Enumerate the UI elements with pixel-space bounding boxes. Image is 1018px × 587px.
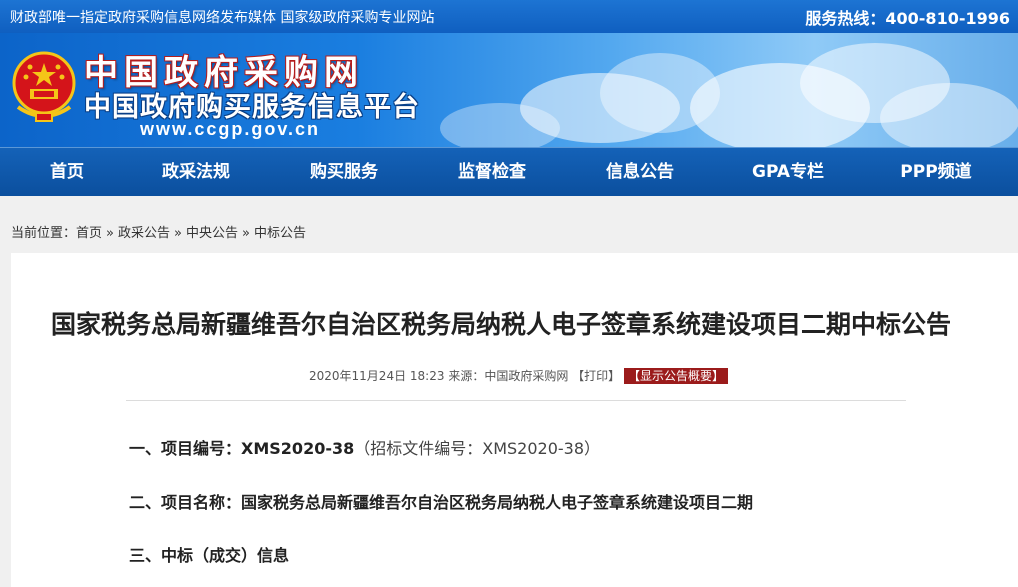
divider (126, 400, 906, 401)
national-emblem-icon[interactable] (12, 51, 76, 127)
article-meta: 2020年11月24日 18:23 来源：中国政府采购网 【打印】 【显示公告概… (309, 367, 729, 384)
nav-item-ppp[interactable]: PPP频道 (876, 148, 996, 196)
breadcrumb-award-notices[interactable]: 中标公告 (254, 226, 306, 241)
project-number: XMS2020-38 (241, 439, 355, 458)
article-title: 国家税务总局新疆维吾尔自治区税务局纳税人电子签章系统建设项目二期中标公告 (50, 310, 951, 339)
hotline-number: 400-810-1996 (885, 9, 1010, 28)
project-name: 国家税务总局新疆维吾尔自治区税务局纳税人电子签章系统建设项目二期 (241, 493, 754, 512)
section-2-label: 二、项目名称： (129, 493, 242, 512)
nav-item-announcements[interactable]: 信息公告 (580, 148, 700, 196)
site-url: www.ccgp.gov.cn (140, 119, 321, 139)
breadcrumb-procurement-notices[interactable]: 政采公告 (118, 226, 170, 241)
breadcrumb-prefix: 当前位置： (11, 226, 77, 241)
hotline: 服务热线：400-810-1996 (805, 5, 1010, 29)
article-source: 中国政府采购网 (484, 369, 569, 383)
top-info-bar: 财政部唯一指定政府采购信息网络发布媒体 国家级政府采购专业网站 服务热线：400… (0, 0, 1018, 33)
hotline-label: 服务热线： (805, 9, 886, 28)
nav-item-gpa[interactable]: GPA专栏 (728, 148, 848, 196)
show-summary-button[interactable]: 【显示公告概要】 (624, 368, 729, 384)
breadcrumb-separator: » (106, 226, 114, 241)
breadcrumb-home[interactable]: 首页 (76, 226, 102, 241)
top-tagline: 财政部唯一指定政府采购信息网络发布媒体 国家级政府采购专业网站 (10, 10, 435, 26)
breadcrumb-separator: » (174, 226, 182, 241)
print-link[interactable]: 【打印】 (572, 369, 620, 383)
nav-item-supervision[interactable]: 监督检查 (432, 148, 552, 196)
site-banner: 中国政府采购网 中国政府购买服务信息平台 www.ccgp.gov.cn (0, 33, 1018, 147)
breadcrumb-separator: » (242, 226, 250, 241)
nav-item-purchase-services[interactable]: 购买服务 (284, 148, 404, 196)
breadcrumb-central-notices[interactable]: 中央公告 (186, 226, 238, 241)
nav-item-home[interactable]: 首页 (7, 148, 127, 196)
section-project-number: 一、项目编号：XMS2020-38（招标文件编号：XMS2020-38） (129, 435, 600, 459)
article-panel: 国家税务总局新疆维吾尔自治区税务局纳税人电子签章系统建设项目二期中标公告 202… (11, 253, 1018, 587)
source-label: 来源： (448, 369, 485, 383)
section-1-label: 一、项目编号： (129, 439, 242, 458)
section-project-name: 二、项目名称：国家税务总局新疆维吾尔自治区税务局纳税人电子签章系统建设项目二期 (129, 489, 753, 513)
breadcrumb: 当前位置：首页 » 政采公告 » 中央公告 » 中标公告 (11, 222, 306, 241)
tender-doc-number: （招标文件编号：XMS2020-38） (354, 439, 601, 458)
section-award-info: 三、中标（成交）信息 (129, 542, 289, 566)
article-date: 2020年11月24日 18:23 (309, 369, 445, 383)
section-3-label: 三、中标（成交）信息 (129, 546, 290, 565)
main-nav: 首页 政采法规 购买服务 监督检查 信息公告 GPA专栏 PPP频道 (0, 147, 1018, 196)
nav-item-regulations[interactable]: 政采法规 (136, 148, 256, 196)
